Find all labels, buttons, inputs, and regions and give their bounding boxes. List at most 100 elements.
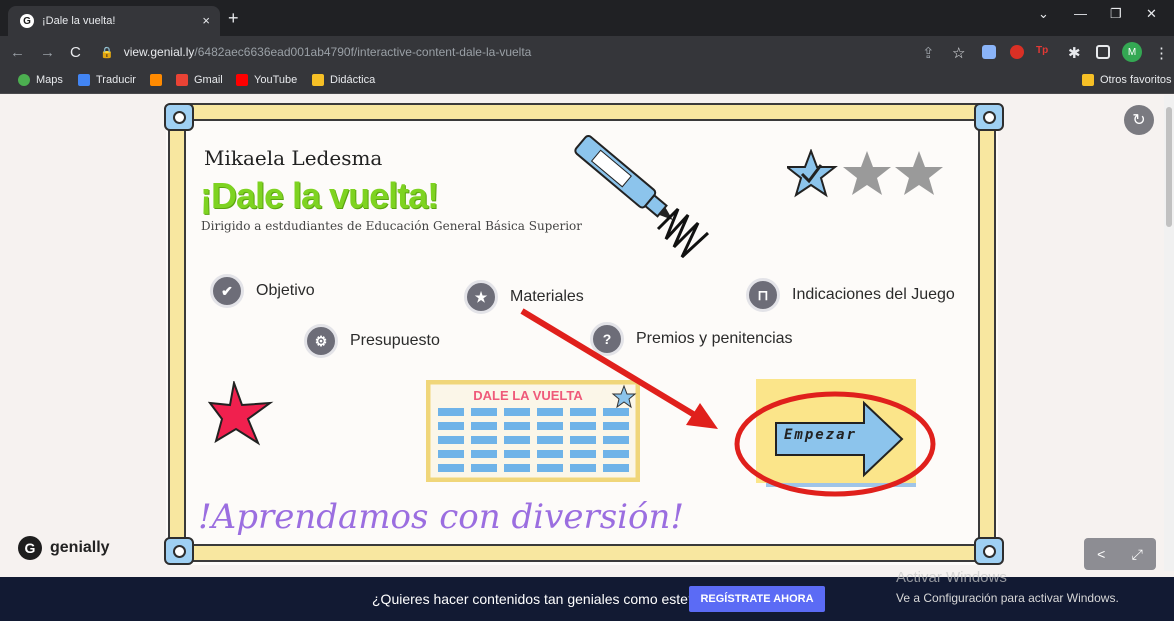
board-cell	[471, 408, 497, 416]
board-cell	[471, 464, 497, 472]
menu-indicaciones[interactable]: ⊓ Indicaciones del Juego	[746, 278, 955, 312]
frame-left	[168, 109, 186, 557]
url-host: view.genial.ly	[123, 45, 195, 59]
forward-icon[interactable]: →	[40, 44, 55, 61]
menu-objetivo[interactable]: ✔ Objetivo	[210, 274, 315, 308]
other-bookmarks[interactable]: Otros favoritos	[1082, 74, 1172, 86]
genially-page: Mikaela Ledesma ¡Dale la vuelta! Dirigid…	[0, 95, 1174, 621]
frame-corner-br	[974, 537, 1004, 565]
browser-tab-strip: G ¡Dale la vuelta! × + ⌄ — ❐ ✕	[0, 0, 1174, 36]
fullscreen-icon[interactable]: ⤢	[1132, 546, 1143, 563]
share-page-icon[interactable]: ⇪	[922, 44, 935, 62]
marker-doodle-icon	[574, 135, 710, 259]
folder-icon	[312, 74, 324, 86]
maximize-button[interactable]: ❐	[1110, 6, 1122, 22]
address-bar: ← → C 🔒 view.genial.ly /6482aec6636ead00…	[0, 36, 1174, 68]
board-cell	[570, 464, 596, 472]
board-cell	[438, 464, 464, 472]
frame-corner-tr	[974, 103, 1004, 131]
extension-tp-icon[interactable]: Tp	[1036, 45, 1050, 59]
board-cell	[603, 464, 629, 472]
board-cell	[438, 422, 464, 430]
red-arrow-icon	[520, 308, 718, 429]
frame-corner-bl	[164, 537, 194, 565]
board-cell	[438, 408, 464, 416]
genially-icon	[150, 74, 162, 86]
genially-favicon-icon: G	[20, 14, 34, 28]
reload-icon[interactable]: C	[70, 44, 81, 61]
board-cell	[603, 450, 629, 458]
genially-logo-icon: G	[18, 536, 42, 560]
youtube-icon	[236, 74, 248, 86]
back-icon[interactable]: ←	[10, 44, 25, 61]
board-cell	[537, 464, 563, 472]
extension-adblock-icon[interactable]	[1010, 45, 1024, 59]
bookmark-translate[interactable]: Traducir	[78, 74, 136, 86]
bookmark-didactica[interactable]: Didáctica	[312, 74, 375, 86]
tab-title: ¡Dale la vuelta!	[42, 15, 116, 27]
board-cell	[504, 436, 530, 444]
share-icon[interactable]: <	[1097, 546, 1105, 562]
bookmark-gmail[interactable]: Gmail	[176, 74, 223, 86]
translate-icon	[78, 74, 90, 86]
close-window-button[interactable]: ✕	[1146, 6, 1157, 22]
tab-search-icon[interactable]: ⌄	[1038, 6, 1049, 22]
red-star-icon	[208, 381, 274, 446]
extensions-puzzle-icon[interactable]: ✱	[1068, 44, 1081, 62]
gear-icon: ⚙	[304, 324, 338, 358]
check-icon: ✔	[210, 274, 244, 308]
menu-label: Indicaciones del Juego	[792, 286, 955, 303]
url-path: /6482aec6636ead001ab4790f/interactive-co…	[194, 45, 532, 59]
share-toolbar: < ⤢	[1084, 538, 1156, 570]
frame-top	[172, 103, 992, 121]
board-cell	[438, 436, 464, 444]
frame-bottom	[172, 544, 992, 562]
footer-slogan: !Aprendamos con diversión!	[198, 497, 685, 537]
menu-label: Presupuesto	[350, 332, 440, 349]
profile-avatar[interactable]: M	[1122, 42, 1142, 62]
register-button[interactable]: REGÍSTRATE AHORA	[689, 586, 825, 612]
board-cell	[471, 436, 497, 444]
maps-icon	[18, 74, 30, 86]
board-cell	[537, 436, 563, 444]
board-cell	[504, 464, 530, 472]
bookmark-youtube[interactable]: YouTube	[236, 74, 297, 86]
windows-activation-hint: Ve a Configuración para activar Windows.	[896, 591, 1119, 605]
page-title: ¡Dale la vuelta!	[200, 175, 439, 216]
restart-icon[interactable]: ↻	[1124, 105, 1154, 135]
sidepanel-icon[interactable]	[1096, 45, 1110, 59]
windows-activation-title: Activar Windows	[896, 569, 1007, 586]
lock-icon: 🔒	[100, 46, 114, 59]
board-cell	[438, 450, 464, 458]
gmail-icon	[176, 74, 188, 86]
screen: { "browser": { "tab_title": "¡Dale la vu…	[0, 0, 1174, 621]
highlight-circle-icon	[734, 391, 936, 497]
board-cell	[570, 436, 596, 444]
menu-kebab-icon[interactable]: ⋮	[1154, 44, 1169, 62]
minimize-button[interactable]: —	[1074, 6, 1087, 21]
bookmark-genially[interactable]	[150, 74, 168, 86]
menu-presupuesto[interactable]: ⚙ Presupuesto	[304, 324, 440, 358]
board-cell	[471, 422, 497, 430]
genially-logo[interactable]: G genially	[18, 536, 110, 560]
rating-stars-icon	[787, 149, 943, 198]
bookmark-maps[interactable]: Maps	[18, 74, 63, 86]
menu-label: Objetivo	[256, 282, 315, 299]
board-cell	[603, 436, 629, 444]
bookmark-star-icon[interactable]: ☆	[952, 44, 965, 62]
frame-corner-tl	[164, 103, 194, 131]
folder-icon	[1082, 74, 1094, 86]
cart-icon: ⊓	[746, 278, 780, 312]
board-cell	[504, 450, 530, 458]
new-tab-button[interactable]: +	[228, 8, 239, 29]
scrollbar-thumb[interactable]	[1166, 107, 1172, 227]
scrollbar[interactable]	[1164, 95, 1174, 571]
star-icon: ★	[464, 280, 498, 314]
board-cell	[537, 450, 563, 458]
extension-docs-icon[interactable]	[982, 45, 996, 59]
browser-tab[interactable]: G ¡Dale la vuelta! ×	[8, 6, 220, 36]
tab-close-icon[interactable]: ×	[202, 13, 210, 28]
url-field[interactable]: 🔒 view.genial.ly /6482aec6636ead001ab479…	[100, 40, 1000, 64]
frame-right	[978, 109, 996, 557]
bookmarks-bar: Maps Traducir Gmail YouTube Didáctica Ot…	[0, 68, 1174, 94]
